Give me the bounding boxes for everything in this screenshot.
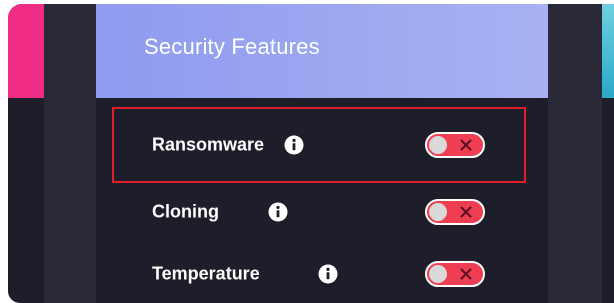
temperature-toggle[interactable] xyxy=(425,261,485,287)
toggle-knob xyxy=(429,203,447,221)
panel-header: Security Features xyxy=(96,4,548,98)
feature-label: Ransomware xyxy=(152,134,265,155)
x-icon xyxy=(460,139,472,151)
feature-row-temperature[interactable]: Temperature xyxy=(114,238,524,303)
feature-label: Cloning xyxy=(152,201,219,222)
x-icon xyxy=(460,206,472,218)
info-icon[interactable] xyxy=(284,135,304,155)
panel-title: Security Features xyxy=(144,34,320,59)
toggle-knob xyxy=(429,265,447,283)
info-icon[interactable] xyxy=(268,202,288,222)
cloning-toggle[interactable] xyxy=(425,199,485,225)
feature-row-ransomware[interactable]: Ransomware xyxy=(112,107,526,183)
security-features-panel: Security Features Ransomware Cloning Tem… xyxy=(96,4,548,303)
feature-label: Temperature xyxy=(152,263,260,284)
app-window: Security Features Ransomware Cloning Tem… xyxy=(8,4,614,303)
ransomware-toggle[interactable] xyxy=(425,132,485,158)
left-accent-bar xyxy=(8,4,44,98)
left-column xyxy=(44,4,96,303)
toggle-knob xyxy=(429,136,447,154)
info-icon[interactable] xyxy=(318,264,338,284)
x-icon xyxy=(460,268,472,280)
right-accent-bar xyxy=(602,4,614,98)
right-column xyxy=(548,4,602,303)
